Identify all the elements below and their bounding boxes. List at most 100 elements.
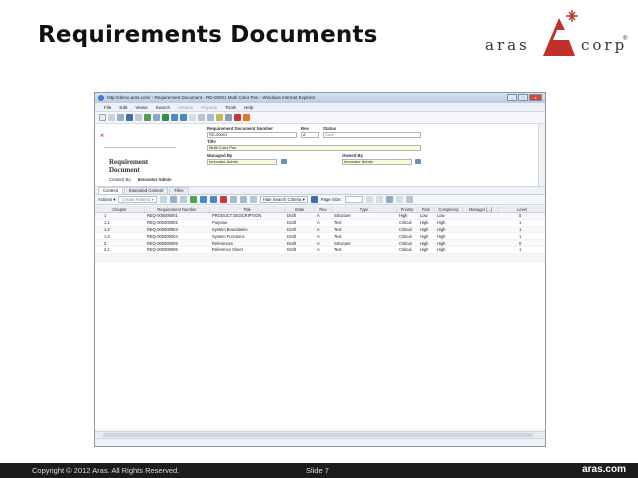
divider — [104, 147, 176, 148]
refresh-grid-icon[interactable] — [249, 196, 257, 203]
pdf-icon[interactable] — [234, 114, 241, 121]
logo-text-right: corp — [581, 36, 628, 54]
open-icon[interactable] — [108, 114, 115, 121]
report-icon[interactable] — [216, 114, 223, 121]
form-close-icon[interactable]: ✕ — [100, 133, 105, 139]
footer-brand: aras.com — [582, 464, 626, 475]
cell-complexity: High — [437, 247, 446, 253]
menu-tools[interactable]: Tools — [225, 105, 236, 110]
prev-page-icon[interactable] — [375, 196, 383, 203]
next-page-icon[interactable] — [395, 196, 403, 203]
tab-content[interactable]: Content — [98, 187, 124, 194]
cell-title: PRODUCT DESCRIPTION — [212, 213, 262, 219]
export-icon[interactable] — [243, 114, 250, 121]
item-type-title: Requirement Document — [109, 158, 149, 174]
menu-reports[interactable]: Reports — [201, 105, 217, 110]
col-type[interactable]: Type — [332, 206, 397, 212]
col-rev[interactable]: Rev — [315, 206, 332, 212]
settings-icon[interactable] — [225, 114, 232, 121]
unlock-icon[interactable] — [144, 114, 151, 121]
lock-icon[interactable] — [162, 114, 169, 121]
form-scrollbar[interactable] — [538, 124, 545, 186]
col-state[interactable]: State — [285, 206, 315, 212]
maximize-button[interactable]: □ — [518, 94, 528, 101]
cell-chapter: 1.1 — [104, 220, 110, 226]
search-icon[interactable] — [207, 114, 214, 121]
tab-files[interactable]: Files — [169, 187, 189, 194]
col-manager[interactable]: Manager [...] — [463, 206, 499, 212]
item-form: ✕ Requirement Document Created By: Innova… — [95, 124, 545, 187]
cell-type: Text — [334, 247, 342, 253]
tab-extended-content[interactable]: Extended Content — [124, 187, 169, 194]
owned-by-picker-icon[interactable] — [415, 159, 421, 164]
col-complexity[interactable]: Complexity — [435, 206, 463, 212]
print-icon[interactable] — [135, 114, 142, 121]
outdent-icon[interactable] — [209, 196, 217, 203]
col-risk[interactable]: Risk — [418, 206, 435, 212]
menu-search[interactable]: Search — [156, 105, 171, 110]
new-icon[interactable] — [99, 114, 106, 121]
close-button[interactable]: x — [529, 94, 542, 101]
delete-icon[interactable] — [219, 196, 227, 203]
cell-rev: A — [317, 213, 320, 219]
table-row[interactable]: 1.3 REQ-000000004 System Functions Draft A Te… — [95, 233, 545, 241]
indent-icon[interactable] — [199, 196, 207, 203]
cell-level: 0 — [519, 213, 522, 219]
hide-search-criteria[interactable]: Hide Search Criteria ▾ — [259, 196, 308, 203]
pick-icon[interactable] — [169, 196, 177, 203]
create-related-select[interactable]: Create Related ▾ — [118, 196, 157, 203]
table-row[interactable]: 1 REQ-000000001 PRODUCT DESCRIPTION Draft A S… — [95, 213, 545, 220]
cell-requirement-number: REQ-000000001 — [147, 213, 178, 219]
promote-row-icon[interactable] — [189, 196, 197, 203]
actions-menu[interactable]: Actions ▾ — [98, 197, 115, 203]
owned-by-field[interactable]: Innovator Admin — [342, 159, 412, 165]
col-level[interactable]: Level — [499, 207, 545, 212]
run-search-icon[interactable] — [310, 196, 318, 203]
undo-icon[interactable] — [189, 114, 196, 121]
col-priority[interactable]: Priority — [397, 206, 418, 212]
menu-views[interactable]: Views — [135, 105, 147, 110]
copy-row-icon[interactable] — [179, 196, 187, 203]
table-row[interactable]: 1.2 REQ-000000003 System Boundaries Draft A T… — [95, 226, 545, 234]
col-requirement-number[interactable]: Requirement Number — [145, 206, 210, 212]
grid-header: Chapter Requirement Number Title State R… — [95, 206, 545, 213]
move-up-icon[interactable] — [229, 196, 237, 203]
managed-by-picker-icon[interactable] — [281, 159, 287, 164]
promote-icon[interactable] — [171, 114, 178, 121]
edit-icon[interactable] — [153, 114, 160, 121]
refresh-icon[interactable] — [198, 114, 205, 121]
number-field[interactable]: RD-00001 — [207, 132, 297, 138]
title-field[interactable]: Multi Color Pen — [207, 145, 421, 151]
table-row[interactable]: 2 REQ-000000005 References Draft A Structure C… — [95, 240, 545, 247]
menu-help[interactable]: Help — [244, 105, 253, 110]
menu-edit[interactable]: Edit — [119, 105, 127, 110]
col-title[interactable]: Title — [210, 206, 285, 212]
revise-icon[interactable] — [180, 114, 187, 121]
minimize-button[interactable]: – — [507, 94, 517, 101]
cell-complexity: Low — [437, 213, 445, 219]
cell-priority: Critical — [399, 233, 412, 239]
internet-explorer-icon — [98, 95, 104, 101]
first-page-icon[interactable] — [365, 196, 373, 203]
scroll-thumb[interactable] — [103, 433, 533, 437]
column-settings-icon[interactable] — [405, 196, 413, 203]
menu-actions[interactable]: Actions — [178, 105, 193, 110]
export-excel-icon[interactable] — [385, 196, 393, 203]
cell-chapter: 1 — [104, 213, 107, 219]
horizontal-scrollbar[interactable] — [95, 431, 545, 438]
save-icon[interactable] — [126, 114, 133, 121]
menu-file[interactable]: File — [104, 105, 111, 110]
cell-rev: A — [317, 220, 320, 226]
col-chapter[interactable]: Chapter — [95, 206, 145, 212]
number-label: Requirement Document Number — [207, 126, 273, 131]
table-row[interactable]: 2.1 REQ-000000006 Reference Sheet Draft A Tex… — [95, 246, 545, 254]
move-down-icon[interactable] — [239, 196, 247, 203]
table-row[interactable]: 1.1 REQ-000000002 Purpose Draft A Text Critica… — [95, 219, 545, 227]
menu-bar: File Edit Views Search Actions Reports T… — [95, 103, 545, 112]
rev-field[interactable]: A — [301, 132, 319, 138]
add-row-icon[interactable] — [159, 196, 167, 203]
page-size-input[interactable] — [344, 196, 363, 203]
copy-icon[interactable] — [117, 114, 124, 121]
managed-by-field[interactable]: Innovator Admin — [207, 159, 277, 165]
status-field[interactable]: Draft — [323, 132, 421, 138]
